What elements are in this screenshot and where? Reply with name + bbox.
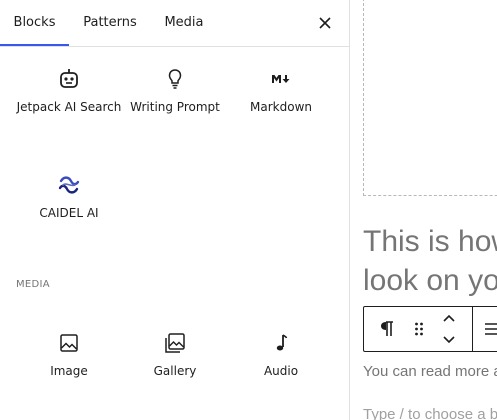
paragraph-button[interactable] <box>370 307 404 351</box>
block-caidel-ai[interactable]: CAIDEL AI <box>16 173 122 221</box>
active-tab-indicator <box>0 44 69 46</box>
media-section-title: MEDIA <box>16 279 50 290</box>
block-inserter-panel: Blocks Patterns Media Jetpack AI Search <box>0 0 350 420</box>
post-heading[interactable]: This is how look on yo <box>363 222 497 300</box>
tab-patterns[interactable]: Patterns <box>76 0 144 46</box>
align-icon <box>485 323 497 335</box>
block-writing-prompt[interactable]: Writing Prompt <box>122 67 228 115</box>
gallery-icon <box>165 333 185 353</box>
block-label: Writing Prompt <box>130 100 220 114</box>
block-placeholder[interactable] <box>363 0 497 196</box>
block-label: Gallery <box>153 364 197 378</box>
caidel-logo-icon <box>58 176 80 194</box>
paragraph-icon <box>381 321 393 336</box>
lightbulb-icon <box>168 69 182 89</box>
move-down-button[interactable] <box>436 329 462 351</box>
audio-icon <box>276 334 288 351</box>
block-image[interactable]: Image <box>16 331 122 379</box>
inserter-tabs: Blocks Patterns Media <box>0 0 349 47</box>
block-gallery[interactable]: Gallery <box>122 331 228 379</box>
move-up-icon <box>443 314 455 322</box>
block-markdown[interactable]: Markdown <box>228 67 334 115</box>
block-label: Image <box>50 364 88 378</box>
block-jetpack-ai-search[interactable]: Jetpack AI Search <box>16 67 122 115</box>
block-audio[interactable]: Audio <box>228 331 334 379</box>
block-toolbar <box>363 306 497 352</box>
block-label: CAIDEL AI <box>39 206 99 220</box>
tab-blocks[interactable]: Blocks <box>0 0 69 46</box>
robot-icon <box>60 69 78 88</box>
close-inserter-button[interactable] <box>312 10 338 36</box>
editor-canvas: This is how look on yo <box>351 0 497 420</box>
drag-handle[interactable] <box>406 307 432 351</box>
drag-handle-icon <box>415 322 423 336</box>
align-button[interactable] <box>476 307 497 351</box>
close-icon <box>319 17 331 29</box>
post-paragraph[interactable]: You can read more a <box>363 362 497 382</box>
markdown-icon <box>272 75 290 83</box>
tab-media[interactable]: Media <box>156 0 212 46</box>
block-label: Audio <box>263 364 299 378</box>
move-down-icon <box>443 336 455 344</box>
block-label: Markdown <box>250 100 312 114</box>
block-appender[interactable]: Type / to choose a b <box>363 405 497 420</box>
toolbar-separator <box>472 307 473 351</box>
block-label: Jetpack AI Search <box>16 100 122 114</box>
editor-screen: Blocks Patterns Media Jetpack AI Search <box>0 0 497 420</box>
move-up-button[interactable] <box>436 307 462 329</box>
image-icon <box>60 334 78 352</box>
